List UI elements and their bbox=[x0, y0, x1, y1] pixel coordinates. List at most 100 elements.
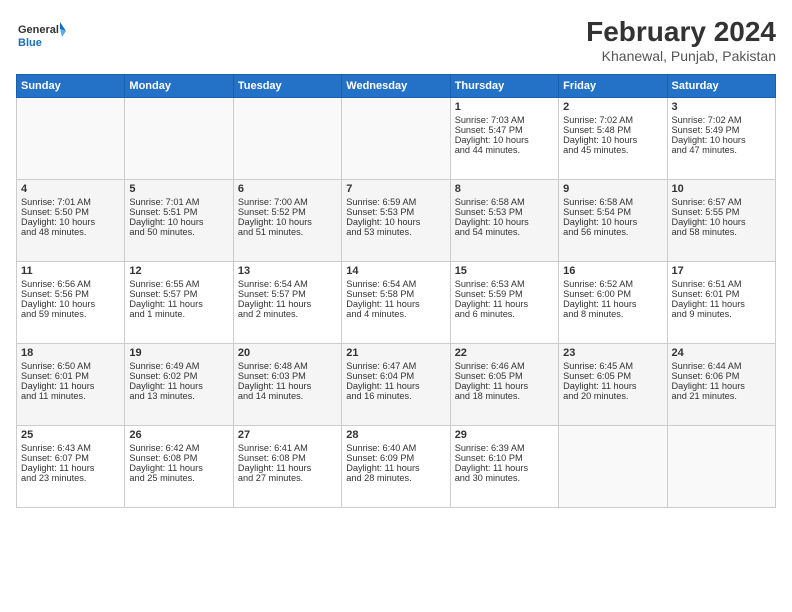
day-number: 18 bbox=[21, 347, 120, 359]
calendar-cell: 14Sunrise: 6:54 AMSunset: 5:58 PMDayligh… bbox=[342, 262, 450, 344]
cell-info: and 9 minutes. bbox=[672, 309, 771, 319]
col-friday: Friday bbox=[559, 75, 667, 98]
day-number: 1 bbox=[455, 101, 554, 113]
cell-info: Daylight: 10 hours bbox=[563, 217, 662, 227]
header-row: Sunday Monday Tuesday Wednesday Thursday… bbox=[17, 75, 776, 98]
cell-info: Daylight: 10 hours bbox=[21, 217, 120, 227]
cell-info: Sunset: 5:53 PM bbox=[455, 207, 554, 217]
cell-info: Sunset: 5:55 PM bbox=[672, 207, 771, 217]
cell-info: Sunset: 5:53 PM bbox=[346, 207, 445, 217]
cell-info: Sunset: 6:05 PM bbox=[455, 371, 554, 381]
col-saturday: Saturday bbox=[667, 75, 775, 98]
cell-info: and 21 minutes. bbox=[672, 391, 771, 401]
cell-info: Daylight: 10 hours bbox=[672, 217, 771, 227]
cell-info: and 58 minutes. bbox=[672, 227, 771, 237]
calendar-cell: 2Sunrise: 7:02 AMSunset: 5:48 PMDaylight… bbox=[559, 98, 667, 180]
cell-info: Sunrise: 6:42 AM bbox=[129, 443, 228, 453]
cell-info: Sunset: 5:50 PM bbox=[21, 207, 120, 217]
cell-info: and 28 minutes. bbox=[346, 473, 445, 483]
cell-info: and 20 minutes. bbox=[563, 391, 662, 401]
cell-info: and 18 minutes. bbox=[455, 391, 554, 401]
calendar-cell: 28Sunrise: 6:40 AMSunset: 6:09 PMDayligh… bbox=[342, 426, 450, 508]
cell-info: and 45 minutes. bbox=[563, 145, 662, 155]
day-number: 2 bbox=[563, 101, 662, 113]
calendar-cell: 12Sunrise: 6:55 AMSunset: 5:57 PMDayligh… bbox=[125, 262, 233, 344]
cell-info: and 56 minutes. bbox=[563, 227, 662, 237]
cell-info: Daylight: 11 hours bbox=[21, 463, 120, 473]
day-number: 24 bbox=[672, 347, 771, 359]
cell-info: Sunrise: 6:47 AM bbox=[346, 361, 445, 371]
cell-info: Daylight: 11 hours bbox=[129, 381, 228, 391]
cell-info: and 47 minutes. bbox=[672, 145, 771, 155]
cell-info: and 48 minutes. bbox=[21, 227, 120, 237]
day-number: 19 bbox=[129, 347, 228, 359]
cell-info: and 8 minutes. bbox=[563, 309, 662, 319]
cell-info: Daylight: 10 hours bbox=[346, 217, 445, 227]
cell-info: and 1 minute. bbox=[129, 309, 228, 319]
calendar-cell: 6Sunrise: 7:00 AMSunset: 5:52 PMDaylight… bbox=[233, 180, 341, 262]
col-thursday: Thursday bbox=[450, 75, 558, 98]
cell-info: Sunrise: 6:56 AM bbox=[21, 279, 120, 289]
calendar-cell: 29Sunrise: 6:39 AMSunset: 6:10 PMDayligh… bbox=[450, 426, 558, 508]
cell-info: Sunrise: 6:58 AM bbox=[563, 197, 662, 207]
calendar-cell: 27Sunrise: 6:41 AMSunset: 6:08 PMDayligh… bbox=[233, 426, 341, 508]
cell-info: Sunset: 6:06 PM bbox=[672, 371, 771, 381]
title-block: February 2024 Khanewal, Punjab, Pakistan bbox=[586, 16, 776, 64]
cell-info: Sunrise: 7:00 AM bbox=[238, 197, 337, 207]
cell-info: Daylight: 11 hours bbox=[672, 381, 771, 391]
cell-info: and 25 minutes. bbox=[129, 473, 228, 483]
cell-info: Daylight: 11 hours bbox=[346, 299, 445, 309]
cell-info: Daylight: 10 hours bbox=[455, 217, 554, 227]
calendar-cell bbox=[125, 98, 233, 180]
calendar-cell bbox=[342, 98, 450, 180]
cell-info: Sunset: 6:01 PM bbox=[21, 371, 120, 381]
cell-info: Sunrise: 6:58 AM bbox=[455, 197, 554, 207]
cell-info: Sunset: 6:05 PM bbox=[563, 371, 662, 381]
cell-info: Daylight: 10 hours bbox=[455, 135, 554, 145]
calendar-cell: 17Sunrise: 6:51 AMSunset: 6:01 PMDayligh… bbox=[667, 262, 775, 344]
calendar-cell: 18Sunrise: 6:50 AMSunset: 6:01 PMDayligh… bbox=[17, 344, 125, 426]
cell-info: and 50 minutes. bbox=[129, 227, 228, 237]
cell-info: Daylight: 11 hours bbox=[238, 299, 337, 309]
cell-info: Sunset: 6:07 PM bbox=[21, 453, 120, 463]
day-number: 22 bbox=[455, 347, 554, 359]
day-number: 4 bbox=[21, 183, 120, 195]
calendar-cell: 24Sunrise: 6:44 AMSunset: 6:06 PMDayligh… bbox=[667, 344, 775, 426]
cell-info: Sunset: 5:58 PM bbox=[346, 289, 445, 299]
day-number: 9 bbox=[563, 183, 662, 195]
cell-info: and 6 minutes. bbox=[455, 309, 554, 319]
cell-info: Sunset: 6:09 PM bbox=[346, 453, 445, 463]
calendar-cell: 10Sunrise: 6:57 AMSunset: 5:55 PMDayligh… bbox=[667, 180, 775, 262]
cell-info: and 30 minutes. bbox=[455, 473, 554, 483]
svg-text:Blue: Blue bbox=[18, 37, 42, 49]
day-number: 11 bbox=[21, 265, 120, 277]
week-row-3: 11Sunrise: 6:56 AMSunset: 5:56 PMDayligh… bbox=[17, 262, 776, 344]
cell-info: Sunrise: 7:03 AM bbox=[455, 115, 554, 125]
cell-info: Daylight: 10 hours bbox=[238, 217, 337, 227]
cell-info: Sunset: 6:01 PM bbox=[672, 289, 771, 299]
calendar-cell: 22Sunrise: 6:46 AMSunset: 6:05 PMDayligh… bbox=[450, 344, 558, 426]
day-number: 14 bbox=[346, 265, 445, 277]
svg-text:General: General bbox=[18, 24, 59, 36]
cell-info: Sunrise: 7:01 AM bbox=[129, 197, 228, 207]
cell-info: and 51 minutes. bbox=[238, 227, 337, 237]
cell-info: Sunset: 5:57 PM bbox=[129, 289, 228, 299]
cell-info: Daylight: 11 hours bbox=[455, 381, 554, 391]
calendar-cell: 26Sunrise: 6:42 AMSunset: 6:08 PMDayligh… bbox=[125, 426, 233, 508]
col-monday: Monday bbox=[125, 75, 233, 98]
cell-info: Sunset: 5:51 PM bbox=[129, 207, 228, 217]
col-wednesday: Wednesday bbox=[342, 75, 450, 98]
cell-info: Daylight: 11 hours bbox=[455, 299, 554, 309]
cell-info: and 23 minutes. bbox=[21, 473, 120, 483]
day-number: 28 bbox=[346, 429, 445, 441]
cell-info: Daylight: 11 hours bbox=[672, 299, 771, 309]
cell-info: Sunrise: 6:53 AM bbox=[455, 279, 554, 289]
cell-info: and 59 minutes. bbox=[21, 309, 120, 319]
cell-info: Sunset: 6:02 PM bbox=[129, 371, 228, 381]
cell-info: Sunrise: 7:02 AM bbox=[563, 115, 662, 125]
cell-info: Sunrise: 6:52 AM bbox=[563, 279, 662, 289]
day-number: 26 bbox=[129, 429, 228, 441]
cell-info: Sunset: 6:10 PM bbox=[455, 453, 554, 463]
cell-info: Daylight: 11 hours bbox=[346, 463, 445, 473]
calendar-cell: 16Sunrise: 6:52 AMSunset: 6:00 PMDayligh… bbox=[559, 262, 667, 344]
